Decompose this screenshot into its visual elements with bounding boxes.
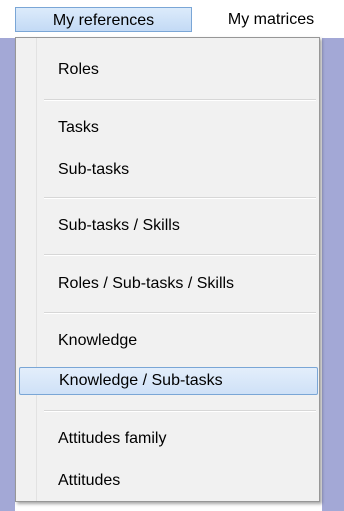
- menu-icon-gutter: [16, 38, 37, 501]
- menu-item-sub-tasks-skills[interactable]: Sub-tasks / Skills: [42, 212, 318, 240]
- menu-item-roles[interactable]: Roles: [42, 56, 318, 84]
- menu-separator: [44, 99, 316, 101]
- menu-item-attitudes[interactable]: Attitudes: [42, 467, 318, 495]
- menu-item-attitudes-family[interactable]: Attitudes family: [42, 425, 318, 453]
- menu-separator: [44, 410, 316, 412]
- menu-separator: [44, 254, 316, 256]
- menu-item-tasks[interactable]: Tasks: [42, 114, 318, 142]
- menu-bar: My references My matrices: [0, 0, 344, 38]
- menu-my-references[interactable]: My references: [15, 7, 192, 32]
- menu-separator: [44, 312, 316, 314]
- menu-my-matrices[interactable]: My matrices: [201, 7, 341, 32]
- background-panel-right: [322, 38, 344, 511]
- menu-item-knowledge-sub-tasks[interactable]: Knowledge / Sub-tasks: [19, 367, 318, 395]
- menu-item-sub-tasks[interactable]: Sub-tasks: [42, 156, 318, 184]
- menu-separator: [44, 197, 316, 199]
- menu-item-roles-sub-tasks-skills[interactable]: Roles / Sub-tasks / Skills: [42, 270, 318, 298]
- menu-item-knowledge[interactable]: Knowledge: [42, 327, 318, 355]
- background-panel-left: [0, 38, 15, 511]
- references-dropdown-menu: Roles Tasks Sub-tasks Sub-tasks / Skills…: [15, 37, 320, 502]
